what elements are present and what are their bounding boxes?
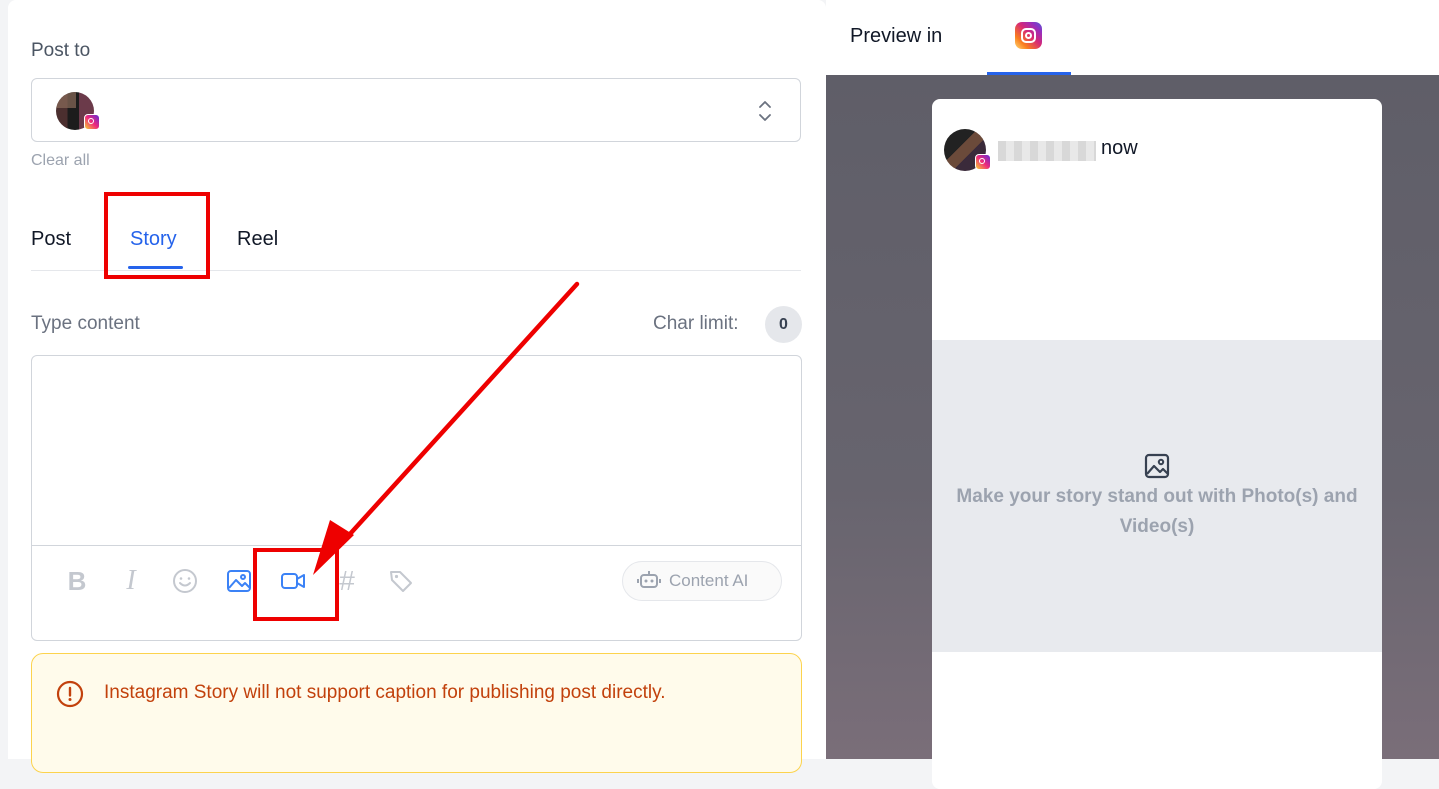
char-limit-label: Char limit:: [653, 313, 739, 334]
content-ai-button[interactable]: Content AI: [622, 561, 782, 601]
preview-header: Preview in: [826, 0, 1439, 75]
char-count-badge: 0: [765, 306, 802, 343]
alert-circle-icon: [56, 680, 84, 708]
preview-tab-instagram[interactable]: [987, 0, 1071, 75]
image-icon: [1144, 453, 1170, 479]
instagram-badge-icon: [975, 154, 991, 170]
tab-post[interactable]: Post: [31, 228, 71, 251]
italic-button[interactable]: I: [116, 565, 146, 596]
username-redacted: [998, 141, 1096, 161]
content-editor: B I # Content AI: [31, 355, 802, 641]
chevron-updown-icon: [759, 101, 771, 121]
tag-icon: [390, 571, 412, 592]
media-prompt: Make your story stand out with Photo(s) …: [956, 486, 1358, 537]
italic-icon: I: [126, 565, 136, 596]
media-dropzone[interactable]: Make your story stand out with Photo(s) …: [932, 340, 1382, 652]
bold-icon: B: [67, 565, 87, 596]
bold-button[interactable]: B: [62, 566, 92, 596]
story-warning-banner: Instagram Story will not support caption…: [31, 653, 802, 773]
robot-icon: [637, 571, 661, 588]
preview-in-label: Preview in: [850, 25, 943, 47]
hashtag-icon: #: [339, 565, 355, 596]
emoji-button[interactable]: [170, 566, 200, 596]
image-icon: [227, 570, 251, 592]
content-textarea[interactable]: [32, 356, 801, 546]
story-tab-highlight: [104, 192, 210, 279]
instagram-badge-icon: [84, 114, 100, 130]
instagram-icon: [1015, 22, 1042, 49]
video-button-highlight: [253, 548, 339, 621]
warning-text: Instagram Story will not support caption…: [104, 682, 666, 703]
preview-background: now Make your story stand out with Photo…: [826, 75, 1439, 789]
preview-panel: Preview in now Make your story stand out…: [826, 0, 1439, 789]
type-content-label: Type content: [31, 313, 140, 334]
post-to-label: Post to: [31, 40, 91, 61]
clear-all-link[interactable]: Clear all: [31, 152, 90, 170]
story-preview-card: now Make your story stand out with Photo…: [932, 99, 1382, 789]
tab-reel[interactable]: Reel: [237, 228, 278, 251]
account-select[interactable]: [31, 78, 801, 142]
tag-button[interactable]: [386, 566, 416, 596]
add-image-button[interactable]: [224, 566, 254, 596]
content-ai-label: Content AI: [669, 571, 749, 590]
emoji-icon: [173, 569, 197, 593]
post-time: now: [1101, 137, 1138, 159]
composer-panel: Post to Clear all Post Story Reel Type c…: [8, 0, 826, 773]
